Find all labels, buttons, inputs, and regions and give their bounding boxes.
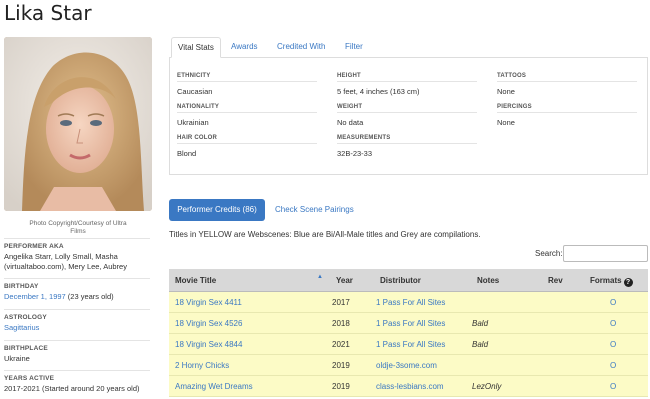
tab-credited-with[interactable]: Credited With: [271, 37, 331, 58]
tattoos-label: TATTOOS: [497, 73, 637, 82]
col-movie-title[interactable]: Movie Title: [175, 269, 216, 292]
row-notes: LezOnly: [472, 382, 502, 391]
search-label: Search:: [535, 249, 563, 258]
col-rev[interactable]: Rev: [548, 269, 563, 292]
astrology-section: ASTROLOGY Sagittarius: [4, 309, 150, 333]
row-format-link[interactable]: O: [610, 292, 616, 313]
ethnicity-value: Caucasian: [177, 87, 213, 96]
profile-tabs: Vital Stats Awards Credited With Filter: [169, 37, 648, 58]
page-title: Lika Star: [4, 1, 92, 25]
weight-label: WEIGHT: [337, 104, 477, 113]
piercings-label: PIERCINGS: [497, 104, 637, 113]
table-row: 18 Virgin Sex 4411 2017 1 Pass For All S…: [169, 292, 648, 313]
row-distributor-link[interactable]: 1 Pass For All Sites: [376, 292, 445, 313]
measurements-label: MEASUREMENTS: [337, 135, 477, 144]
table-row: 18 Virgin Sex 4844 2021 1 Pass For All S…: [169, 334, 648, 355]
birthday-age: (23 years old): [65, 292, 114, 301]
row-title-link[interactable]: 18 Virgin Sex 4526: [175, 313, 242, 334]
birthday-date-link[interactable]: December 1, 1997: [4, 292, 66, 301]
col-notes[interactable]: Notes: [477, 269, 499, 292]
piercings-value: None: [497, 118, 515, 127]
years-active-value: 2017-2021 (Started around 20 years old): [4, 384, 140, 393]
row-title-link[interactable]: 18 Virgin Sex 4411: [175, 292, 242, 313]
row-year: 2017: [332, 298, 350, 307]
col-formats-label: Formats: [590, 276, 622, 285]
nationality-value: Ukrainian: [177, 118, 209, 127]
row-year: 2019: [332, 361, 350, 370]
hair-color-label: HAIR COLOR: [177, 135, 317, 144]
astrology-label: ASTROLOGY: [4, 314, 47, 321]
table-row: Amazing Wet Dreams 2019 class-lesbians.c…: [169, 376, 648, 397]
height-label: HEIGHT: [337, 73, 477, 82]
table-row: 2 Horny Chicks 2019 oldje-3some.com O: [169, 355, 648, 376]
row-year: 2021: [332, 340, 350, 349]
col-distributor[interactable]: Distributor: [380, 269, 421, 292]
search-input[interactable]: [563, 245, 648, 262]
row-format-link[interactable]: O: [610, 313, 616, 334]
col-formats[interactable]: Formats?: [590, 269, 633, 292]
color-legend-note: Titles in YELLOW are Webscenes: Blue are…: [169, 230, 481, 239]
nationality-stat: NATIONALITY Ukrainian: [177, 104, 317, 127]
measurements-stat: MEASUREMENTS 32B-23-33: [337, 135, 477, 158]
row-title-link[interactable]: 2 Horny Chicks: [175, 355, 229, 376]
height-value: 5 feet, 4 inches (163 cm): [337, 87, 420, 96]
ethnicity-label: ETHNICITY: [177, 73, 317, 82]
measurements-value: 32B-23-33: [337, 149, 373, 158]
birthplace-section: BIRTHPLACE Ukraine: [4, 340, 150, 364]
row-year: 2018: [332, 319, 350, 328]
hair-color-value: Blond: [177, 149, 197, 158]
row-format-link[interactable]: O: [610, 334, 616, 355]
years-active-section: YEARS ACTIVE 2017-2021 (Started around 2…: [4, 370, 150, 394]
row-distributor-link[interactable]: 1 Pass For All Sites: [376, 313, 445, 334]
hair-color-stat: HAIR COLOR Blond: [177, 135, 317, 158]
row-distributor-link[interactable]: 1 Pass For All Sites: [376, 334, 445, 355]
height-stat: HEIGHT 5 feet, 4 inches (163 cm): [337, 73, 477, 96]
weight-value: No data: [337, 118, 364, 127]
birthday-section: BIRTHDAY December 1, 1997 (23 years old): [4, 278, 150, 302]
table-header: Movie Title ▲ Year Distributor Notes Rev…: [169, 269, 648, 292]
tab-awards[interactable]: Awards: [225, 37, 264, 58]
row-year: 2019: [332, 382, 350, 391]
col-year[interactable]: Year: [336, 269, 353, 292]
check-scene-pairings-link[interactable]: Check Scene Pairings: [275, 205, 354, 214]
nationality-label: NATIONALITY: [177, 104, 317, 113]
row-distributor-link[interactable]: class-lesbians.com: [376, 376, 444, 397]
row-format-link[interactable]: O: [610, 355, 616, 376]
performer-credits-button[interactable]: Performer Credits (86): [169, 199, 265, 221]
performer-photo: [4, 37, 152, 211]
table-row: 18 Virgin Sex 4526 2018 1 Pass For All S…: [169, 313, 648, 334]
birthplace-label: BIRTHPLACE: [4, 345, 48, 352]
row-title-link[interactable]: Amazing Wet Dreams: [175, 376, 253, 397]
tattoos-value: None: [497, 87, 515, 96]
tab-vital-stats[interactable]: Vital Stats: [171, 37, 221, 58]
birthplace-value: Ukraine: [4, 354, 30, 363]
weight-stat: WEIGHT No data: [337, 104, 477, 127]
piercings-stat: PIERCINGS None: [497, 104, 637, 127]
row-notes: Bald: [472, 319, 489, 328]
performer-aka-section: PERFORMER AKA Angelika Starr, Lolly Smal…: [4, 238, 150, 272]
row-notes: Bald: [472, 340, 489, 349]
astrology-link[interactable]: Sagittarius: [4, 321, 150, 333]
photo-credit: Photo Copyright/Courtesy of Ultra Films: [29, 220, 127, 235]
row-format-link[interactable]: O: [610, 376, 616, 397]
tattoos-stat: TATTOOS None: [497, 73, 637, 96]
credits-table: Movie Title ▲ Year Distributor Notes Rev…: [169, 269, 648, 397]
ethnicity-stat: ETHNICITY Caucasian: [177, 73, 317, 96]
tab-filter[interactable]: Filter: [339, 37, 369, 58]
birthday-value: December 1, 1997 (23 years old): [4, 290, 150, 302]
vital-stats-panel: ETHNICITY Caucasian NATIONALITY Ukrainia…: [169, 57, 648, 175]
sort-asc-icon[interactable]: ▲: [317, 274, 323, 280]
years-active-label: YEARS ACTIVE: [4, 375, 55, 382]
performer-aka-value: Angelika Starr, Lolly Small, Masha (virt…: [4, 252, 127, 271]
row-distributor-link[interactable]: oldje-3some.com: [376, 355, 437, 376]
help-icon[interactable]: ?: [623, 278, 633, 287]
row-title-link[interactable]: 18 Virgin Sex 4844: [175, 334, 242, 355]
birthday-label: BIRTHDAY: [4, 283, 39, 290]
performer-aka-label: PERFORMER AKA: [4, 243, 64, 250]
